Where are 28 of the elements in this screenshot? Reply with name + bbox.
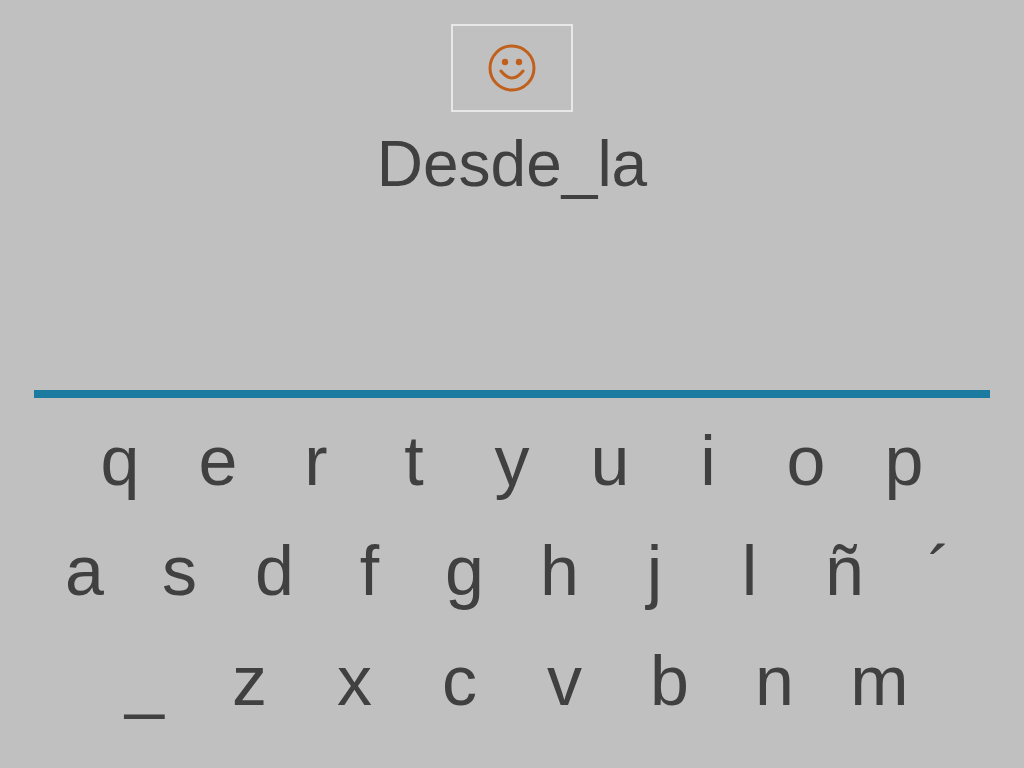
key-button[interactable]: a [37,530,132,612]
key-button[interactable]: u [561,420,659,502]
key-button[interactable]: y [463,420,561,502]
key-button[interactable]: ñ [797,530,892,612]
key-button[interactable]: d [227,530,322,612]
key-button[interactable]: l [702,530,797,612]
key-button[interactable]: e [169,420,267,502]
key-button[interactable]: j [607,530,702,612]
key-button[interactable]: p [855,420,953,502]
key-button[interactable]: g [417,530,512,612]
key-button[interactable]: n [722,640,827,722]
key-button[interactable]: i [659,420,757,502]
key-button[interactable]: v [512,640,617,722]
key-button[interactable]: h [512,530,607,612]
key-button[interactable]: r [267,420,365,502]
smiley-icon [487,43,537,93]
key-button[interactable]: x [302,640,407,722]
key-button[interactable]: o [757,420,855,502]
key-button[interactable]: b [617,640,722,722]
key-button[interactable]: z [197,640,302,722]
key-button[interactable]: c [407,640,512,722]
key-button[interactable]: ´ [892,530,987,612]
key-button[interactable]: f [322,530,417,612]
key-button[interactable]: m [827,640,932,722]
key-button[interactable]: q [71,420,169,502]
key-button[interactable]: s [132,530,227,612]
key-button[interactable]: _ [92,640,197,722]
key-button[interactable]: t [365,420,463,502]
